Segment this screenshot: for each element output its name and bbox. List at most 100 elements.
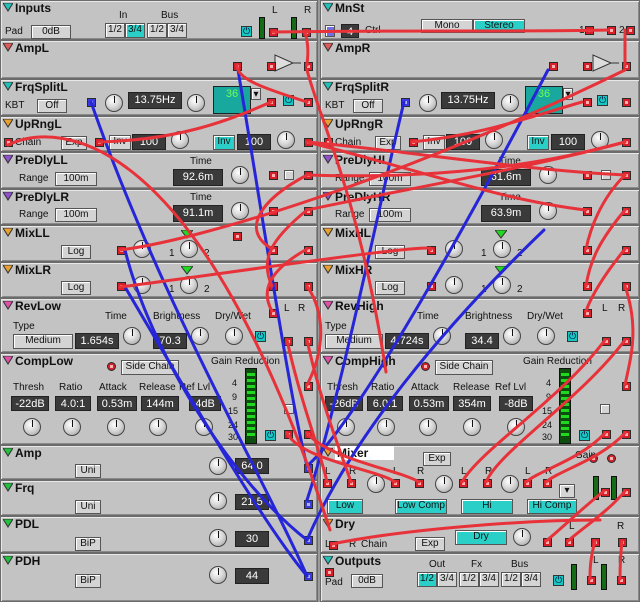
out-port[interactable]	[622, 138, 631, 147]
in-2-port[interactable]	[269, 246, 278, 255]
amp-out-port[interactable]	[622, 62, 631, 71]
crossfade-knob[interactable]	[180, 240, 198, 258]
collapse-triangle-icon[interactable]	[323, 3, 333, 13]
out-port[interactable]	[622, 282, 631, 291]
clear-button[interactable]	[600, 404, 610, 414]
power-icon[interactable]: ⏻	[255, 331, 266, 342]
inv-button-2[interactable]: Inv	[527, 135, 549, 150]
collapse-triangle-icon[interactable]	[3, 265, 13, 275]
mixer-dropdown-icon[interactable]: ▾	[559, 484, 575, 498]
in-2-port[interactable]	[583, 282, 592, 291]
inv-button-1[interactable]: Inv	[423, 135, 445, 150]
release-knob[interactable]	[149, 418, 167, 436]
hicomp-l-port[interactable]	[523, 479, 532, 488]
out-l-port[interactable]	[602, 337, 611, 346]
out-r-port[interactable]	[622, 430, 631, 439]
mode-selector[interactable]: Uni	[75, 500, 101, 514]
collapse-triangle-icon[interactable]	[3, 192, 13, 202]
power-icon[interactable]: ⏻	[553, 575, 564, 586]
range-selector[interactable]: 100m	[369, 208, 411, 222]
crossfade-knob[interactable]	[493, 240, 511, 258]
collapse-triangle-icon[interactable]	[3, 356, 13, 366]
stereo-button[interactable]: Stereo	[473, 19, 525, 33]
in-port[interactable]	[269, 309, 278, 318]
in-port[interactable]	[409, 138, 418, 147]
range-knob-2[interactable]	[277, 131, 295, 149]
out-r-port[interactable]	[302, 28, 311, 37]
freq-knob[interactable]	[419, 94, 437, 112]
clear-button[interactable]	[284, 404, 294, 414]
in-1-2-button[interactable]: 1/2	[105, 23, 125, 38]
time-knob[interactable]	[539, 202, 557, 220]
slope-dropdown-icon[interactable]: ▾	[251, 88, 261, 100]
hi-l-port[interactable]	[459, 479, 468, 488]
exp-button[interactable]: Exp	[415, 537, 445, 551]
hi-knob[interactable]	[501, 475, 519, 493]
low-knob[interactable]	[367, 475, 385, 493]
power-icon[interactable]: ⏻	[597, 95, 608, 106]
bus-3-4-button[interactable]: 3/4	[167, 23, 187, 38]
exp-button[interactable]: Exp	[423, 452, 451, 466]
collapse-triangle-icon[interactable]	[3, 43, 13, 53]
hicomp-r-port[interactable]	[543, 479, 552, 488]
collapse-triangle-icon[interactable]	[3, 301, 13, 311]
chain-in-port[interactable]	[325, 568, 334, 577]
in-2-port[interactable]	[583, 246, 592, 255]
range-selector[interactable]: 100m	[55, 208, 97, 222]
thresh-knob[interactable]	[337, 418, 355, 436]
out-l-port[interactable]	[284, 430, 293, 439]
ratio-knob[interactable]	[377, 418, 395, 436]
in-port[interactable]	[583, 171, 592, 180]
drywet-knob[interactable]	[225, 327, 243, 345]
clear-button[interactable]	[284, 170, 294, 180]
out-1-2-button[interactable]: 1/2	[417, 572, 437, 587]
out-3-4-button[interactable]: 3/4	[437, 572, 457, 587]
in-1-port[interactable]	[117, 282, 126, 291]
in-port[interactable]	[583, 207, 592, 216]
in-port[interactable]	[622, 382, 631, 391]
out-port[interactable]	[622, 246, 631, 255]
hp-out-port[interactable]	[622, 98, 631, 107]
amp-out-port[interactable]	[304, 62, 313, 71]
collapse-triangle-icon[interactable]	[323, 82, 333, 92]
collapse-triangle-icon[interactable]	[323, 448, 333, 458]
mode-selector[interactable]: Log	[375, 281, 405, 295]
collapse-triangle-icon[interactable]	[323, 265, 333, 275]
collapse-triangle-icon[interactable]	[3, 155, 13, 165]
attack-knob[interactable]	[107, 418, 125, 436]
mode-selector[interactable]: BiP	[75, 574, 101, 588]
out-port[interactable]	[622, 207, 631, 216]
lowcomp-l-port[interactable]	[391, 479, 400, 488]
side-chain-port[interactable]	[107, 362, 116, 371]
brightness-knob[interactable]	[191, 327, 209, 345]
time-knob[interactable]	[231, 202, 249, 220]
crossfade-knob[interactable]	[493, 276, 511, 294]
amp-in-port[interactable]	[549, 62, 558, 71]
freq-mod-port[interactable]	[401, 98, 410, 107]
in-3-4-button[interactable]: 3/4	[125, 23, 145, 38]
range-knob-2[interactable]	[591, 131, 609, 149]
brightness-knob[interactable]	[503, 327, 521, 345]
mix-knob-1[interactable]	[133, 276, 151, 294]
release-knob[interactable]	[463, 418, 481, 436]
range-selector[interactable]: 100m	[369, 172, 411, 186]
slope-dropdown-icon[interactable]: ▾	[563, 88, 573, 100]
collapse-triangle-icon[interactable]	[3, 519, 13, 529]
type-selector[interactable]: Medium	[13, 334, 73, 349]
gain-port-2[interactable]	[607, 454, 616, 463]
collapse-triangle-icon[interactable]	[323, 519, 333, 529]
out-port[interactable]	[304, 464, 313, 473]
out-r-port[interactable]	[304, 337, 313, 346]
in-port[interactable]	[95, 138, 104, 147]
side-chain-button[interactable]: Side Chain	[435, 360, 493, 375]
bus-1-2-button[interactable]: 1/2	[501, 572, 521, 587]
chain-port[interactable]	[4, 138, 13, 147]
out-r-port[interactable]	[618, 538, 627, 547]
range-knob-1[interactable]	[485, 131, 503, 149]
collapse-triangle-icon[interactable]	[3, 556, 13, 566]
fx-1-2-button[interactable]: 1/2	[459, 572, 479, 587]
collapse-triangle-icon[interactable]	[3, 448, 13, 458]
out-r-port[interactable]	[622, 337, 631, 346]
out-l-port[interactable]	[601, 488, 610, 497]
out-port[interactable]	[304, 572, 313, 581]
